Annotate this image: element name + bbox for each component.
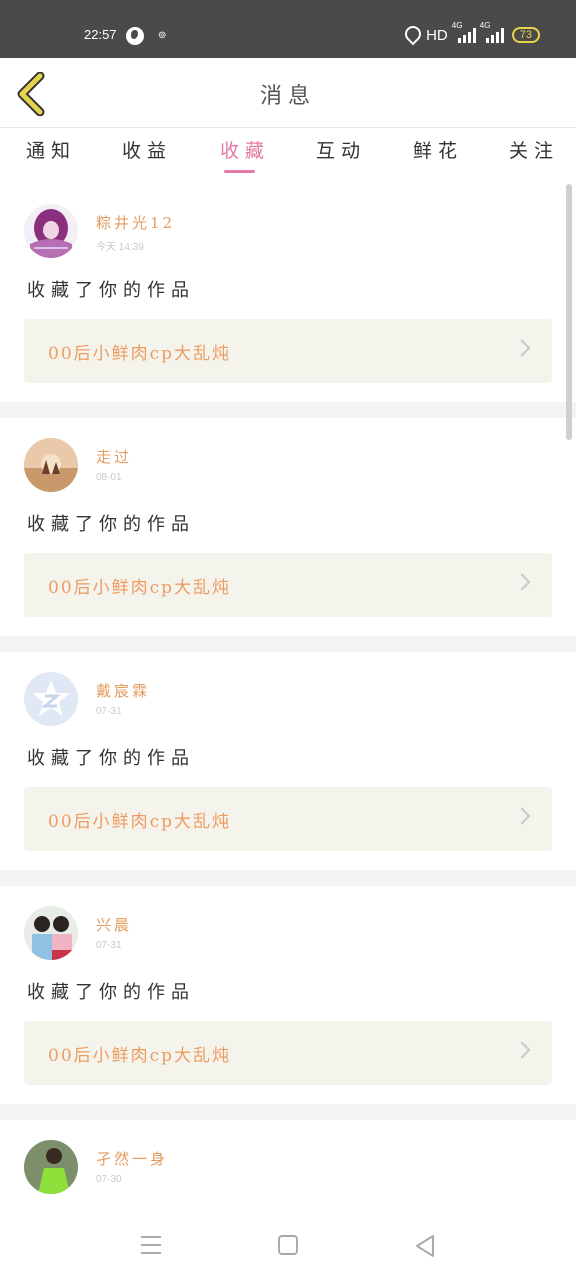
tab-notifications[interactable]: 通知 [26,136,76,163]
action-text: 收藏了你的作品 [27,982,195,1003]
divider [0,870,576,886]
timestamp: 07-30 [96,1174,122,1185]
signal-icon: 4G [480,21,504,43]
home-icon[interactable] [278,1235,298,1255]
work-link[interactable]: 00后小鲜肉cp大乱炖 [24,319,552,383]
chevron-right-icon [513,573,531,591]
work-title: 00后小鲜肉cp大乱炖 [48,812,232,832]
username[interactable]: 兴晨 [96,914,132,935]
divider [0,1104,576,1120]
divider [0,402,576,418]
system-nav-bar [0,1214,576,1280]
tab-earnings[interactable]: 收益 [122,136,172,163]
work-link[interactable]: 00后小鲜肉cp大乱炖 [24,787,552,851]
tab-favorites[interactable]: 收藏 [220,136,270,163]
list-item: 孑然一身 07-30 [0,1120,576,1214]
tab-bar: 通知 收益 收藏 互动 鲜花 关注 [0,128,576,176]
message-list[interactable]: 粽井光12 今天 14:39 收藏了你的作品 00后小鲜肉cp大乱炖 走过 08… [0,184,576,1214]
chevron-right-icon [513,339,531,357]
battery-icon: 73 [511,27,540,43]
username[interactable]: 孑然一身 [96,1148,168,1169]
username[interactable]: 走过 [96,446,132,467]
action-text: 收藏了你的作品 [27,280,195,301]
list-item: 粽井光12 今天 14:39 收藏了你的作品 00后小鲜肉cp大乱炖 [0,184,576,402]
timestamp: 07-31 [96,706,122,717]
timestamp: 今天 14:39 [96,242,144,253]
page-title: 消息 [259,84,316,109]
work-link[interactable]: 00后小鲜肉cp大乱炖 [24,1021,552,1085]
avatar[interactable] [24,672,78,726]
globe-icon [126,27,144,45]
status-bar: 22:57 ⊚ HD 4G 4G 73 [0,0,576,58]
timestamp: 07-31 [96,940,122,951]
tab-indicator [224,170,255,173]
timestamp: 08-01 [96,472,122,483]
avatar[interactable] [24,906,78,960]
work-title: 00后小鲜肉cp大乱炖 [48,578,232,598]
back-triangle-icon[interactable] [414,1234,436,1258]
work-title: 00后小鲜肉cp大乱炖 [48,1046,232,1066]
username[interactable]: 戴宸霖 [96,680,150,701]
status-icons: HD 4G 4G 73 [404,21,540,44]
avatar[interactable] [24,204,78,258]
status-time: 22:57 [84,27,117,42]
scrollbar[interactable] [566,184,572,440]
chevron-right-icon [513,807,531,825]
avatar[interactable] [24,1140,78,1194]
action-text: 收藏了你的作品 [27,514,195,535]
menu-icon[interactable] [141,1236,161,1254]
avatar[interactable] [24,438,78,492]
list-item: 兴晨 07-31 收藏了你的作品 00后小鲜肉cp大乱炖 [0,886,576,1104]
action-text: 收藏了你的作品 [27,748,195,769]
username[interactable]: 粽井光12 [96,212,175,233]
header: 消息 [0,58,576,128]
divider [0,636,576,652]
work-link[interactable]: 00后小鲜肉cp大乱炖 [24,553,552,617]
tab-following[interactable]: 关注 [509,136,559,163]
notification-icon: ⊚ [158,30,167,41]
work-title: 00后小鲜肉cp大乱炖 [48,344,232,364]
signal-icon: 4G [452,21,476,43]
tab-interactions[interactable]: 互动 [316,136,366,163]
list-item: 走过 08-01 收藏了你的作品 00后小鲜肉cp大乱炖 [0,418,576,636]
location-icon [404,26,418,44]
tab-flowers[interactable]: 鲜花 [413,136,463,163]
list-item: 戴宸霖 07-31 收藏了你的作品 00后小鲜肉cp大乱炖 [0,652,576,870]
hd-label: HD [426,26,448,44]
chevron-right-icon [513,1041,531,1059]
